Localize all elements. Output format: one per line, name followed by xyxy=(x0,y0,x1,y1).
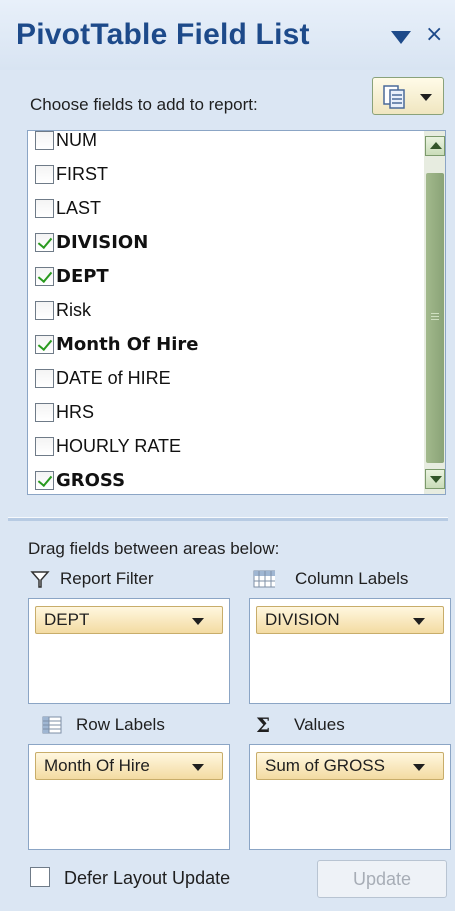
column-grid-icon xyxy=(253,570,275,588)
report-filter-area[interactable]: DEPT xyxy=(28,598,230,704)
field-item[interactable]: LAST xyxy=(35,193,101,223)
field-label: Month Of Hire xyxy=(56,333,199,355)
update-button[interactable]: Update xyxy=(317,860,447,898)
row-labels-header: Row Labels xyxy=(42,712,165,738)
choose-fields-label: Choose fields to add to report: xyxy=(30,95,258,114)
column-labels-area[interactable]: DIVISION xyxy=(249,598,451,704)
report-filter-header: Report Filter xyxy=(30,566,154,592)
field-checkbox[interactable] xyxy=(35,131,54,150)
sigma-icon: Σ xyxy=(256,713,271,737)
pane-splitter[interactable] xyxy=(8,517,448,521)
field-layout-icon xyxy=(383,85,405,109)
field-item[interactable]: FIRST xyxy=(35,159,108,189)
row-grid-icon xyxy=(42,716,62,734)
column-labels-chip[interactable]: DIVISION xyxy=(256,606,444,634)
values-area[interactable]: Sum of GROSS xyxy=(249,744,451,850)
field-label: Risk xyxy=(56,299,91,320)
field-checkbox[interactable] xyxy=(35,368,54,388)
grip-line xyxy=(431,313,439,314)
pivot-field-list-pane: PivotTable Field List × Choose fields to… xyxy=(0,0,455,911)
column-labels-label: Column Labels xyxy=(295,569,409,588)
title-bar: PivotTable Field List × xyxy=(0,0,455,70)
values-label: Values xyxy=(294,715,345,734)
grip-line xyxy=(431,319,439,320)
scroll-up-button[interactable] xyxy=(425,136,445,156)
field-label: DATE of HIRE xyxy=(56,367,171,388)
chevron-down-icon xyxy=(413,618,425,625)
field-item[interactable]: DIVISION xyxy=(35,227,148,257)
field-checkbox[interactable] xyxy=(35,334,54,354)
chevron-down-icon xyxy=(413,764,425,771)
field-item[interactable]: NUM xyxy=(35,130,97,155)
field-label: HRS xyxy=(56,401,95,422)
field-list: NUM FIRST LAST DIVISION DEPT Risk Month Of Hir… xyxy=(27,130,446,495)
row-labels-label: Row Labels xyxy=(76,715,165,734)
field-item[interactable]: Risk xyxy=(35,295,91,325)
row-labels-chip-label: Month Of Hire xyxy=(44,756,150,775)
field-checkbox[interactable] xyxy=(35,232,54,252)
report-filter-label: Report Filter xyxy=(60,569,154,588)
field-checkbox[interactable] xyxy=(35,198,54,218)
field-label: LAST xyxy=(56,197,102,218)
field-label: GROSS xyxy=(56,469,126,491)
grip-line xyxy=(431,316,439,317)
filter-icon xyxy=(30,571,50,588)
arrow-down-icon xyxy=(430,476,442,483)
field-label: FIRST xyxy=(56,163,108,184)
close-icon[interactable]: × xyxy=(425,22,443,47)
field-item[interactable]: HOURLY RATE xyxy=(35,431,181,461)
field-label: DEPT xyxy=(56,265,109,287)
values-header: Σ Values xyxy=(256,712,345,738)
defer-layout-checkbox[interactable] xyxy=(30,867,50,887)
field-layout-button[interactable] xyxy=(372,77,444,115)
field-checkbox[interactable] xyxy=(35,402,54,422)
pane-options-dropdown-icon[interactable] xyxy=(391,31,411,44)
row-labels-chip[interactable]: Month Of Hire xyxy=(35,752,223,780)
column-labels-header: Column Labels xyxy=(251,566,408,592)
field-checkbox[interactable] xyxy=(35,436,54,456)
scroll-thumb[interactable] xyxy=(426,173,444,463)
field-item[interactable]: DATE of HIRE xyxy=(35,363,171,393)
field-checkbox[interactable] xyxy=(35,300,54,320)
arrow-up-icon xyxy=(430,142,442,149)
report-filter-chip[interactable]: DEPT xyxy=(35,606,223,634)
values-chip[interactable]: Sum of GROSS xyxy=(256,752,444,780)
values-chip-label: Sum of GROSS xyxy=(265,756,385,775)
field-label: HOURLY RATE xyxy=(56,435,182,456)
defer-layout-label: Defer Layout Update xyxy=(64,868,231,888)
field-item[interactable]: HRS xyxy=(35,397,94,427)
column-labels-chip-label: DIVISION xyxy=(265,610,340,629)
field-item[interactable]: GROSS xyxy=(35,465,126,494)
field-item[interactable]: Month Of Hire xyxy=(35,329,199,359)
scroll-down-button[interactable] xyxy=(425,469,445,489)
field-label: NUM xyxy=(56,130,97,150)
field-checkbox[interactable] xyxy=(35,470,54,490)
report-filter-chip-label: DEPT xyxy=(44,610,90,629)
field-list-scrollbar[interactable] xyxy=(424,131,445,494)
pane-title: PivotTable Field List xyxy=(16,18,310,51)
chevron-down-icon xyxy=(192,764,204,771)
chevron-down-icon xyxy=(420,94,432,101)
chevron-down-icon xyxy=(192,618,204,625)
field-item[interactable]: DEPT xyxy=(35,261,109,291)
field-checkbox[interactable] xyxy=(35,164,54,184)
row-labels-area[interactable]: Month Of Hire xyxy=(28,744,230,850)
field-label: DIVISION xyxy=(56,231,149,253)
drag-fields-label: Drag fields between areas below: xyxy=(28,539,280,558)
field-checkbox[interactable] xyxy=(35,266,54,286)
